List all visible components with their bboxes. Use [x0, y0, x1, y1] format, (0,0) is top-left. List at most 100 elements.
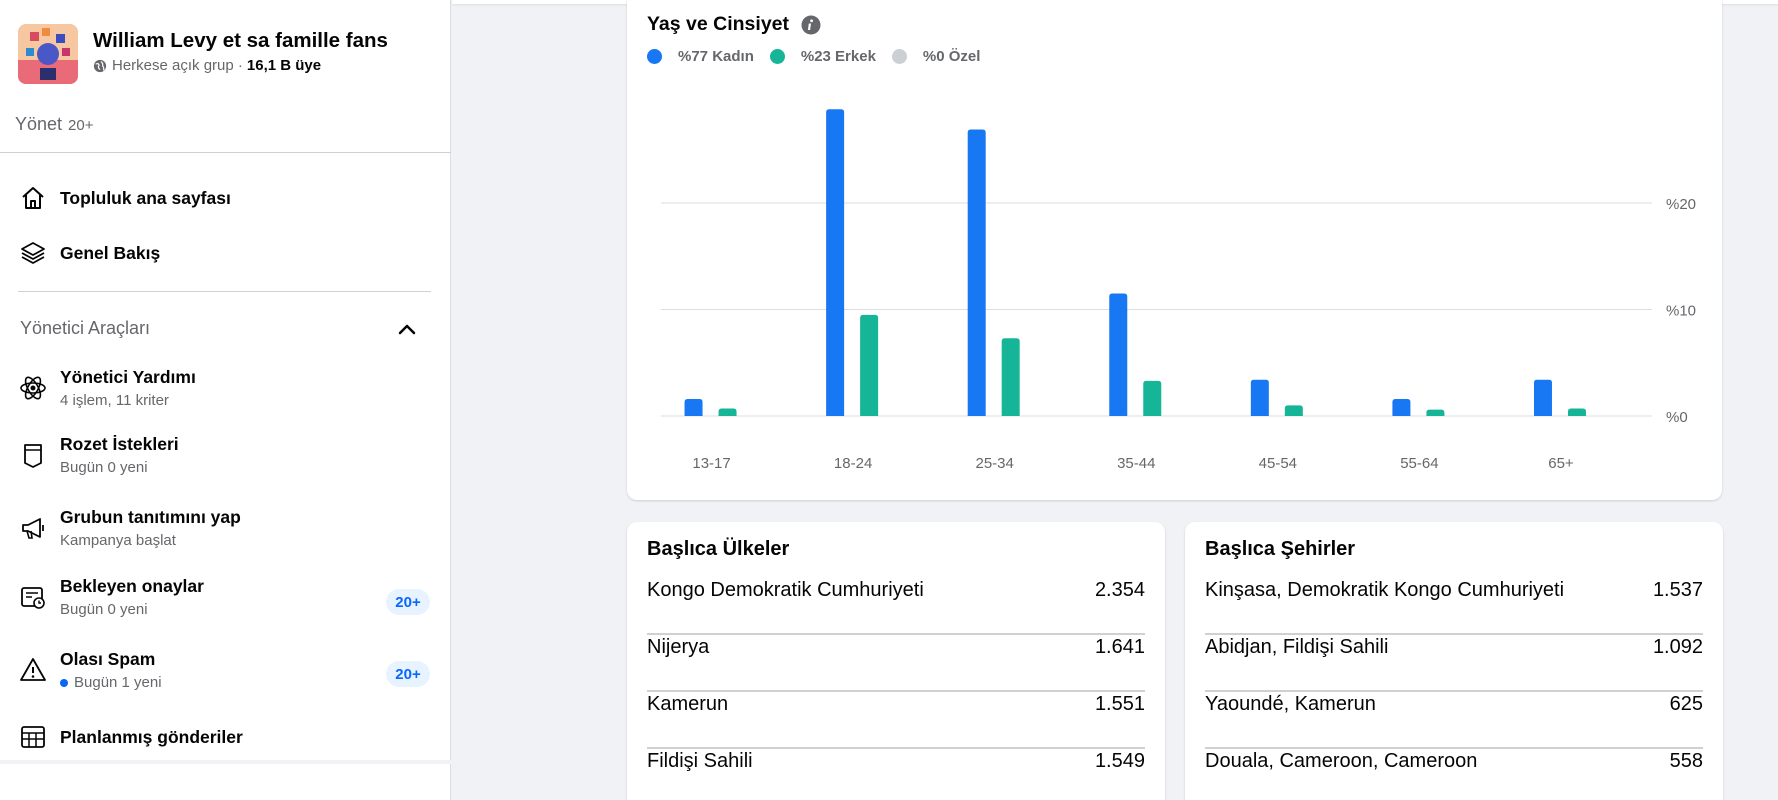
x-tick-label: 55-64: [1400, 455, 1438, 472]
country-value: 1.549: [1094, 750, 1145, 772]
city-value: 558: [1669, 750, 1703, 772]
x-tick-label: 45-54: [1259, 455, 1297, 472]
info-icon[interactable]: [801, 15, 821, 35]
top-countries-card: Başlıca Ülkeler Kongo Demokratik Cumhuri…: [627, 522, 1165, 800]
y-tick-label: %10: [1666, 303, 1696, 320]
possible-spam-badge: 20+: [386, 661, 430, 687]
age-gender-card: %0 %10 %20 13-17 18-24 25-34 35-44 45-54 55-64 65…: [627, 0, 1722, 500]
nav-scheduled-posts[interactable]: Planlanmış gönderiler: [18, 722, 243, 752]
megaphone-icon: [18, 513, 48, 543]
city-name: Douala, Cameroon, Cameroon: [1205, 750, 1478, 772]
legend-item-female: %77 Kadın: [647, 48, 754, 65]
country-value: 2.354: [1094, 579, 1145, 601]
legend-item-private: %0 Özel: [891, 48, 981, 65]
list-item: Kinşasa, Demokratik Kongo Cumhuriyeti 1.5…: [1205, 578, 1703, 635]
top-cities-title: Başlıca Şehirler: [1205, 538, 1356, 560]
calendar-icon: [18, 722, 48, 752]
legend-label: %23 Erkek: [800, 48, 876, 65]
nav-possible-spam[interactable]: Olası Spam Bugün 1 yeni: [18, 649, 162, 691]
bar-female: [1250, 379, 1269, 416]
x-tick-label: 13-17: [692, 455, 730, 472]
x-tick-label: 18-24: [834, 455, 872, 472]
list-item: Fildişi Sahili 1.549: [647, 749, 1145, 800]
group-meta: Herkese açık grup · 16,1 B üye: [93, 57, 388, 74]
bar-female: [967, 129, 986, 416]
group-name[interactable]: William Levy et sa famille fans: [93, 28, 388, 54]
nav-community-home[interactable]: Topluluk ana sayfası: [18, 183, 231, 213]
pending-icon: [18, 582, 48, 612]
layers-icon: [18, 238, 48, 268]
list-item: Nijerya 1.641: [647, 635, 1145, 692]
nav-possible-spam-label: Olası Spam: [60, 649, 156, 669]
bar-male: [860, 314, 879, 416]
nav-admin-assist-label: Yönetici Yardımı: [60, 367, 196, 387]
chevron-up-icon[interactable]: [395, 318, 419, 342]
city-name: Yaoundé, Kamerun: [1205, 693, 1376, 715]
nav-admin-assist[interactable]: Yönetici Yardımı 4 işlem, 11 kriter: [18, 367, 196, 409]
country-name: Fildişi Sahili: [647, 750, 753, 772]
legend-swatch: [769, 49, 785, 64]
bar-male: [718, 408, 737, 416]
list-item: Yaoundé, Kamerun 625: [1205, 692, 1703, 749]
manage-label: Yönet: [15, 114, 63, 134]
divider: [0, 152, 451, 153]
x-tick-label: 35-44: [1117, 455, 1155, 472]
bar-male: [1284, 405, 1303, 416]
nav-overview-label: Genel Bakış: [60, 242, 161, 263]
legend-item-male: %23 Erkek: [769, 48, 876, 65]
nav-promote-group-sub: Kampanya başlat: [60, 532, 176, 549]
group-privacy: Herkese açık grup ·: [112, 57, 243, 74]
city-value: 1.092: [1652, 636, 1703, 658]
nav-pending-approvals-sub: Bugün 0 yeni: [60, 601, 148, 618]
group-avatar[interactable]: [18, 24, 78, 84]
nav-pending-approvals-label: Bekleyen onaylar: [60, 576, 204, 596]
city-value: 1.537: [1652, 579, 1703, 601]
globe-icon: [93, 59, 107, 72]
bar-male: [1426, 409, 1445, 416]
bar-male: [1001, 338, 1020, 416]
country-name: Kamerun: [647, 693, 729, 715]
age-gender-chart: %0 %10 %20 13-17 18-24 25-34 35-44 45-54 55-64 65…: [661, 109, 1696, 472]
nav-possible-spam-sub-text: Bugün 1 yeni: [74, 674, 162, 691]
nav-badge-requests-sub: Bugün 0 yeni: [60, 459, 148, 476]
nav-pending-approvals[interactable]: Bekleyen onaylar Bugün 0 yeni: [18, 576, 204, 618]
divider: [18, 291, 431, 292]
country-name: Nijerya: [647, 636, 710, 658]
nav-community-home-label: Topluluk ana sayfası: [60, 187, 231, 208]
nav-promote-group-label: Grubun tanıtımını yap: [60, 507, 241, 527]
legend-swatch: [647, 49, 662, 64]
list-item: Kamerun 1.551: [647, 692, 1145, 749]
pending-approvals-badge: 20+: [386, 589, 430, 615]
bar-female: [826, 109, 845, 416]
badge-icon: [18, 440, 48, 470]
admin-assist-icon: [18, 373, 48, 403]
age-gender-title-text: Yaş ve Cinsiyet: [647, 13, 790, 35]
sidebar-scroll-edge: [0, 760, 451, 764]
group-sidebar: William Levy et sa famille fans Herkese …: [0, 0, 451, 800]
nav-promote-group[interactable]: Grubun tanıtımını yap Kampanya başlat: [18, 507, 241, 549]
warning-icon: [18, 655, 48, 685]
group-header[interactable]: William Levy et sa famille fans Herkese …: [18, 24, 388, 84]
admin-tools-heading[interactable]: Yönetici Araçları: [20, 318, 150, 339]
country-value: 1.551: [1094, 693, 1145, 715]
home-icon: [18, 183, 48, 213]
manage-header: Yönet 20+: [15, 114, 94, 135]
legend-swatch: [891, 49, 907, 64]
legend-label: %77 Kadın: [678, 48, 754, 65]
nav-badge-requests[interactable]: Rozet İstekleri Bugün 0 yeni: [18, 434, 179, 476]
member-count[interactable]: 16,1 B üye: [247, 57, 321, 74]
list-item: Douala, Cameroon, Cameroon 558: [1205, 749, 1703, 800]
top-countries-title: Başlıca Ülkeler: [647, 538, 790, 560]
city-name: Kinşasa, Demokratik Kongo Cumhuriyeti: [1205, 579, 1565, 601]
list-item: Abidjan, Fildişi Sahili 1.092: [1205, 635, 1703, 692]
nav-overview[interactable]: Genel Bakış: [18, 238, 160, 268]
x-tick-label: 25-34: [976, 455, 1014, 472]
country-name: Kongo Demokratik Cumhuriyeti: [647, 579, 924, 601]
bar-female: [1109, 293, 1128, 416]
nav-scheduled-posts-label: Planlanmış gönderiler: [60, 726, 243, 747]
bar-female: [1533, 379, 1552, 416]
legend-label: %0 Özel: [922, 48, 981, 65]
bar-female: [1392, 398, 1411, 416]
bar-female: [684, 398, 703, 416]
chart-legend: %77 Kadın %23 Erkek %0 Özel: [647, 48, 996, 65]
